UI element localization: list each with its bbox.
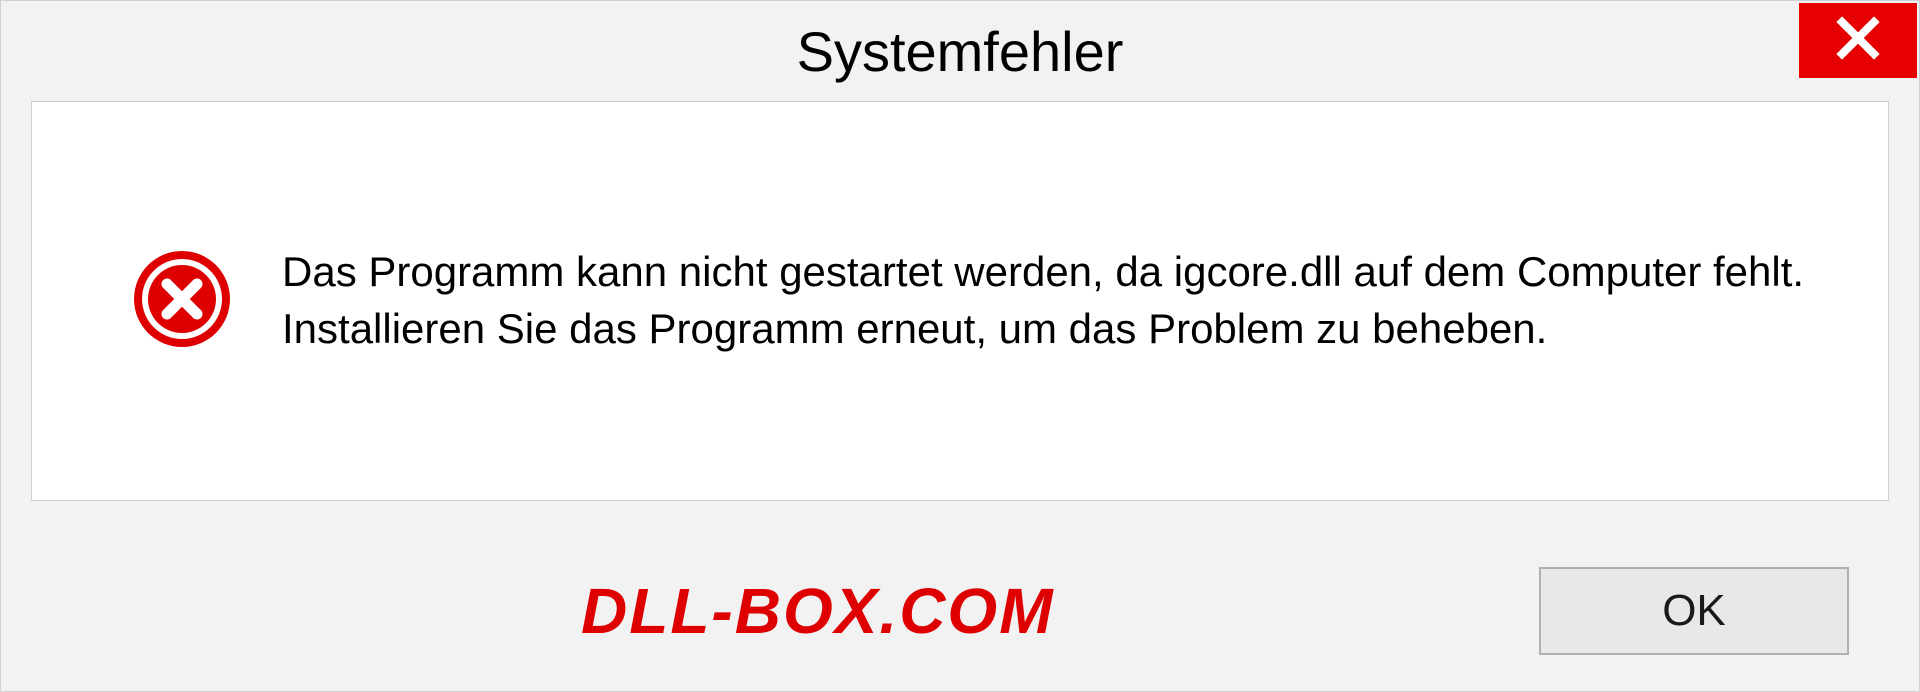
dialog-title: Systemfehler (797, 19, 1124, 84)
content-area: Das Programm kann nicht gestartet werden… (31, 101, 1889, 501)
error-icon (132, 249, 232, 354)
ok-button[interactable]: OK (1539, 567, 1849, 655)
title-bar: Systemfehler (1, 1, 1919, 101)
close-button[interactable] (1799, 3, 1917, 78)
error-message: Das Programm kann nicht gestartet werden… (282, 244, 1828, 357)
watermark-text: DLL-BOX.COM (581, 574, 1055, 648)
close-icon (1836, 16, 1880, 65)
dialog-footer: DLL-BOX.COM OK (1, 531, 1919, 691)
ok-button-label: OK (1662, 586, 1726, 636)
error-dialog: Systemfehler Das Programm kann nicht ges… (0, 0, 1920, 692)
